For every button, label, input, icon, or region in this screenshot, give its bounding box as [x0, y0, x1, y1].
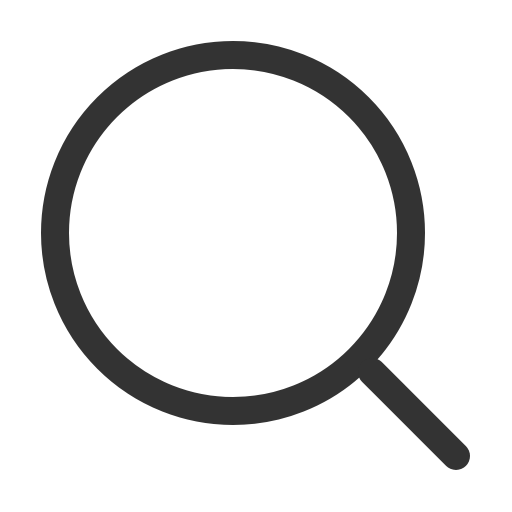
search-icon[interactable]	[0, 0, 512, 512]
icon-canvas	[0, 0, 512, 512]
magnifier-handle	[358, 358, 470, 470]
magnifier-lens	[41, 41, 425, 425]
